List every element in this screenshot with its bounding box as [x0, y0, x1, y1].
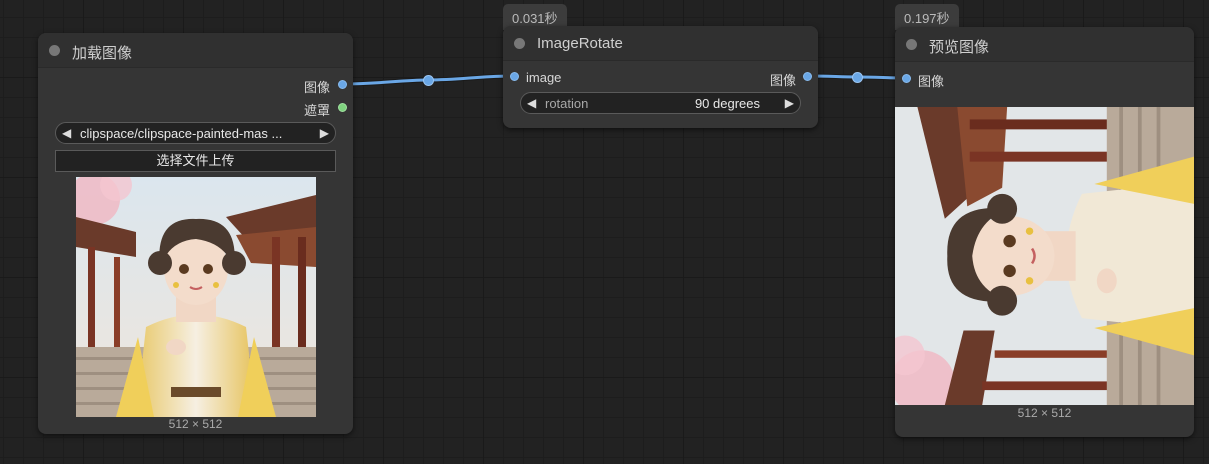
collapse-dot-icon[interactable]	[49, 45, 60, 56]
input-image-socket[interactable]	[510, 72, 519, 81]
output-image[interactable]: 图像	[304, 77, 330, 96]
image-size-caption: 512 × 512	[1017, 406, 1072, 420]
combo-next-arrow-icon[interactable]: ▶	[320, 126, 329, 140]
combo-value: 90 degrees	[694, 96, 760, 111]
wire-midpoint-handle[interactable]	[852, 72, 863, 83]
input-image[interactable]: image	[526, 70, 561, 85]
combo-value: clipspace/clipspace-painted-mas ...	[80, 126, 283, 141]
output-label: 图像	[303, 80, 330, 95]
output-mask-socket[interactable]	[338, 103, 347, 112]
wire-midpoint-handle[interactable]	[423, 75, 434, 86]
loaded-image-preview	[76, 177, 316, 417]
combo-prev-arrow-icon[interactable]: ◀	[527, 96, 536, 110]
node-header[interactable]: 预览图像	[895, 27, 1194, 62]
image-select-combo[interactable]: ◀ clipspace/clipspace-painted-mas ... ▶	[55, 122, 336, 144]
output-label: 遮罩	[303, 103, 330, 118]
image-rotate-node[interactable]: ImageRotate image 图像 ◀ rotation 90 degre…	[503, 26, 818, 128]
preview-image-node[interactable]: 预览图像 图像 512 × 512	[895, 27, 1194, 437]
load-image-node[interactable]: 加载图像 图像 遮罩 ◀ clipspace/clipspace-painted…	[38, 33, 353, 434]
combo-next-arrow-icon[interactable]: ▶	[785, 96, 794, 110]
output-image[interactable]: 图像	[770, 70, 796, 89]
input-label: 图像	[918, 74, 945, 89]
image-size-caption: 512 × 512	[168, 417, 223, 431]
node-title: 加载图像	[72, 45, 133, 62]
upload-button[interactable]: 选择文件上传	[55, 150, 336, 172]
combo-prev-arrow-icon[interactable]: ◀	[62, 126, 71, 140]
node-header[interactable]: 加载图像	[38, 33, 353, 68]
output-mask[interactable]: 遮罩	[304, 100, 330, 119]
combo-name: rotation	[545, 96, 589, 111]
input-image-socket[interactable]	[902, 74, 911, 83]
input-label: image	[526, 70, 562, 85]
input-image[interactable]: 图像	[918, 71, 944, 90]
output-label: 图像	[769, 73, 796, 88]
collapse-dot-icon[interactable]	[514, 38, 525, 49]
node-title: 预览图像	[929, 39, 990, 56]
collapse-dot-icon[interactable]	[906, 39, 917, 50]
output-image-socket[interactable]	[803, 72, 812, 81]
node-title: ImageRotate	[537, 35, 623, 52]
rotated-image-preview	[895, 107, 1194, 405]
rotation-combo[interactable]: ◀ rotation 90 degrees ▶	[520, 92, 801, 114]
output-image-socket[interactable]	[338, 80, 347, 89]
node-header[interactable]: ImageRotate	[503, 26, 818, 61]
